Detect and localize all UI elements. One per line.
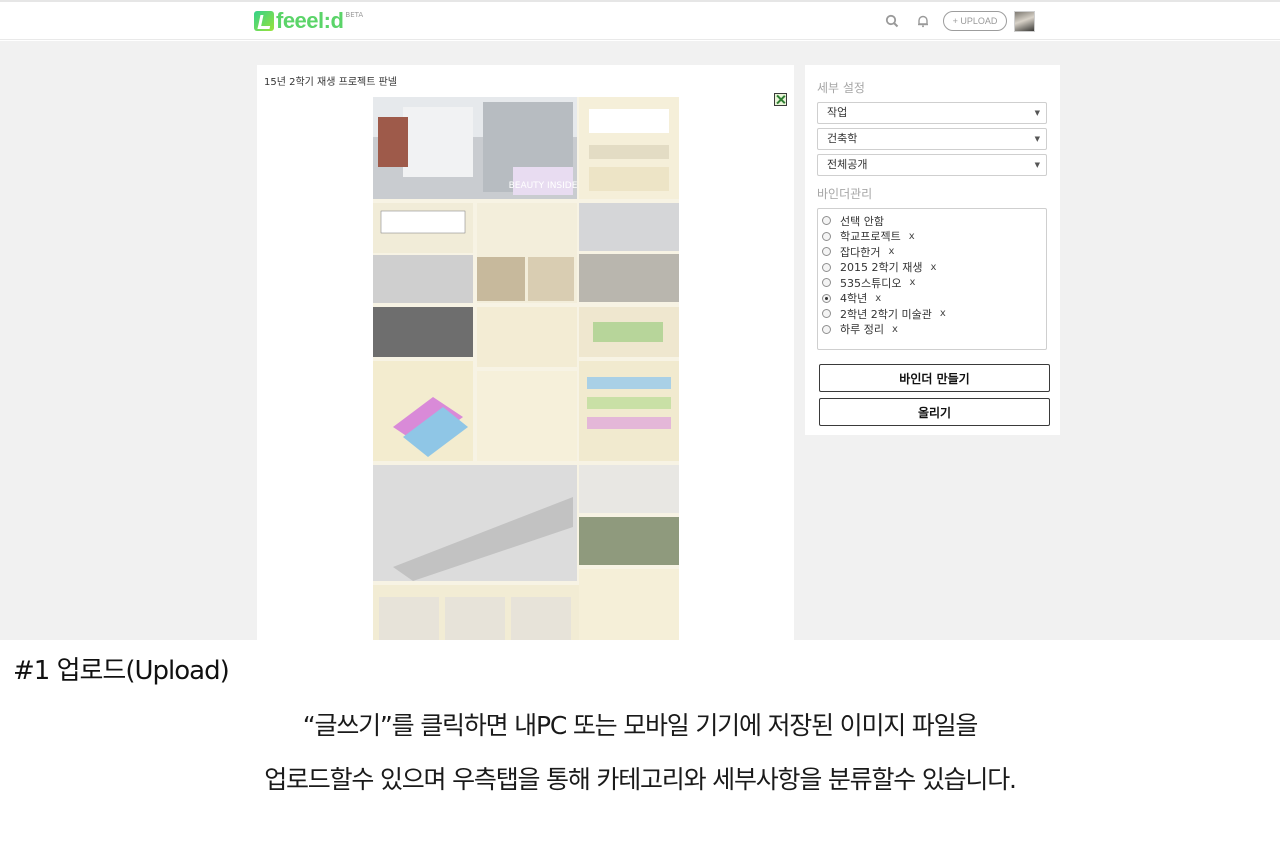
radio-button[interactable] xyxy=(822,231,831,241)
binder-option[interactable]: 535스튜디오 x xyxy=(822,275,1046,291)
remove-image-icon[interactable] xyxy=(774,93,787,106)
caption-line-1: “글쓰기”를 클릭하면 내PC 또는 모바일 기기에 저장된 이미지 파일을 xyxy=(302,711,979,740)
binder-option[interactable]: 2015 2학기 재생 x xyxy=(822,260,1046,276)
binder-option[interactable]: 2학년 2학기 미술관 x xyxy=(822,306,1046,322)
upload-editor-area: 15년 2학기 재생 프로젝트 판넬 BEAUTY INSIDE 세부 설정 작… xyxy=(0,41,1280,640)
remove-binder-button[interactable]: x xyxy=(909,231,915,242)
chevron-down-icon: ▼ xyxy=(1034,135,1040,143)
beta-badge: BETA xyxy=(345,11,364,19)
radio-button[interactable] xyxy=(822,247,831,257)
work-type-value: 작업 xyxy=(827,106,848,119)
radio-button[interactable] xyxy=(822,278,831,288)
search-icon[interactable] xyxy=(885,14,899,28)
top-navigation-bar: feeel:d BETA + UPLOAD xyxy=(0,0,1280,40)
binder-option[interactable]: 하루 정리 x xyxy=(822,322,1046,338)
remove-binder-button[interactable]: x xyxy=(888,246,894,257)
radio-button[interactable] xyxy=(822,324,831,334)
bell-icon[interactable] xyxy=(916,14,930,28)
binder-label: 선택 안함 xyxy=(840,214,884,228)
binder-label: 535스튜디오 xyxy=(840,276,902,290)
uploaded-panel-image: BEAUTY INSIDE xyxy=(373,97,679,640)
visibility-select[interactable]: 전체공개 ▼ xyxy=(817,154,1047,176)
remove-binder-button[interactable]: x xyxy=(892,324,898,335)
binder-list: 선택 안함 학교프로젝트 x 잡다한거 x 2015 2학기 재생 x 535스… xyxy=(817,208,1047,350)
binder-label: 2학년 2학기 미술관 xyxy=(840,307,932,321)
work-type-select[interactable]: 작업 ▼ xyxy=(817,102,1047,124)
make-binder-button[interactable]: 바인더 만들기 xyxy=(819,364,1050,392)
post-preview-card: 15년 2학기 재생 프로젝트 판넬 BEAUTY INSIDE xyxy=(257,65,794,640)
user-avatar[interactable] xyxy=(1014,11,1035,32)
remove-binder-button[interactable]: x xyxy=(940,308,946,319)
category-select[interactable]: 건축학 ▼ xyxy=(817,128,1047,150)
upload-button[interactable]: + UPLOAD xyxy=(943,11,1007,31)
chevron-down-icon: ▼ xyxy=(1034,109,1040,117)
binder-management-heading: 바인더관리 xyxy=(817,187,873,201)
site-logo[interactable]: feeel:d BETA xyxy=(254,8,364,33)
binder-label: 하루 정리 xyxy=(840,323,884,337)
remove-binder-button[interactable]: x xyxy=(909,277,915,288)
radio-button[interactable] xyxy=(822,216,831,226)
binder-option[interactable]: 학교프로젝트 x xyxy=(822,229,1046,245)
post-title[interactable]: 15년 2학기 재생 프로젝트 판넬 xyxy=(264,73,397,88)
visibility-value: 전체공개 xyxy=(827,158,868,171)
binder-option[interactable]: 잡다한거 x xyxy=(822,244,1046,260)
binder-label: 학교프로젝트 xyxy=(840,230,901,244)
radio-button[interactable] xyxy=(822,262,831,272)
caption-line-2: 업로드할수 있으며 우측탭을 통해 카테고리와 세부사항을 분류할수 있습니다. xyxy=(264,765,1017,794)
binder-option[interactable]: 선택 안함 xyxy=(822,213,1046,229)
poster-headline: BEAUTY INSIDE xyxy=(509,181,578,191)
remove-binder-button[interactable]: x xyxy=(875,293,881,304)
logo-text: feeel:d xyxy=(276,8,344,33)
binder-label: 잡다한거 xyxy=(840,245,881,259)
binder-option[interactable]: 4학년 x xyxy=(822,291,1046,307)
caption-heading: #1 업로드(Upload) xyxy=(13,656,230,686)
binder-label: 2015 2학기 재생 xyxy=(840,261,923,275)
detail-settings-heading: 세부 설정 xyxy=(817,81,865,95)
post-submit-button[interactable]: 올리기 xyxy=(819,398,1050,426)
category-value: 건축학 xyxy=(827,132,858,145)
settings-panel: 세부 설정 작업 ▼ 건축학 ▼ 전체공개 ▼ 바인더관리 선택 안함 학교프로… xyxy=(805,65,1060,435)
chevron-down-icon: ▼ xyxy=(1034,161,1040,169)
radio-button[interactable] xyxy=(822,309,831,319)
radio-button-selected[interactable] xyxy=(822,293,831,303)
logo-mark-icon xyxy=(254,11,274,31)
remove-binder-button[interactable]: x xyxy=(930,262,936,273)
binder-label: 4학년 xyxy=(840,292,868,306)
